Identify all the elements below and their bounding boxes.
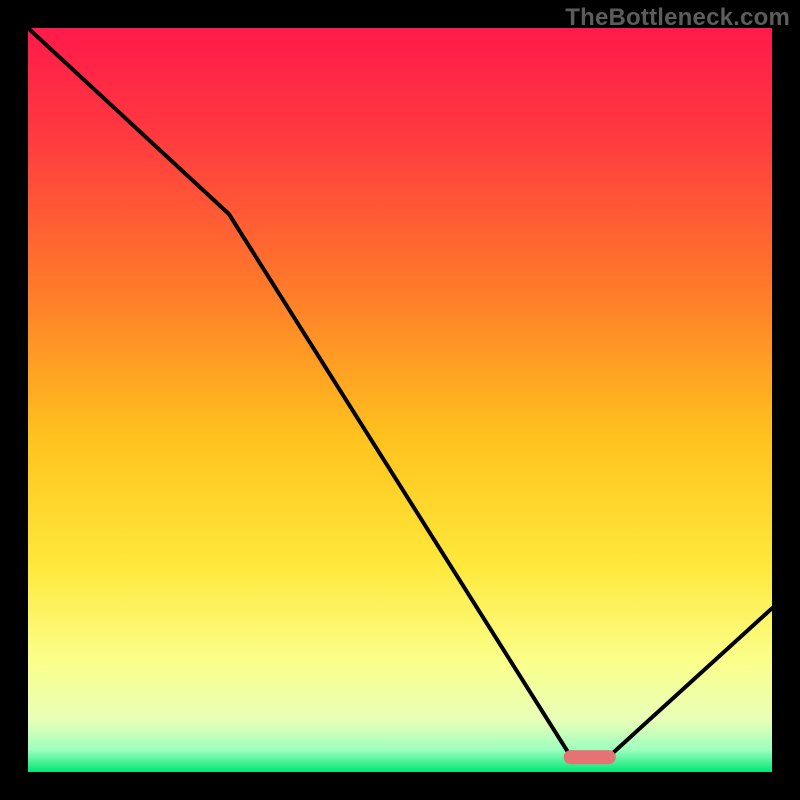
chart-svg (0, 0, 800, 800)
optimal-marker (564, 750, 616, 764)
bottleneck-chart: TheBottleneck.com (0, 0, 800, 800)
watermark-label: TheBottleneck.com (565, 4, 790, 32)
plot-background (28, 28, 772, 772)
